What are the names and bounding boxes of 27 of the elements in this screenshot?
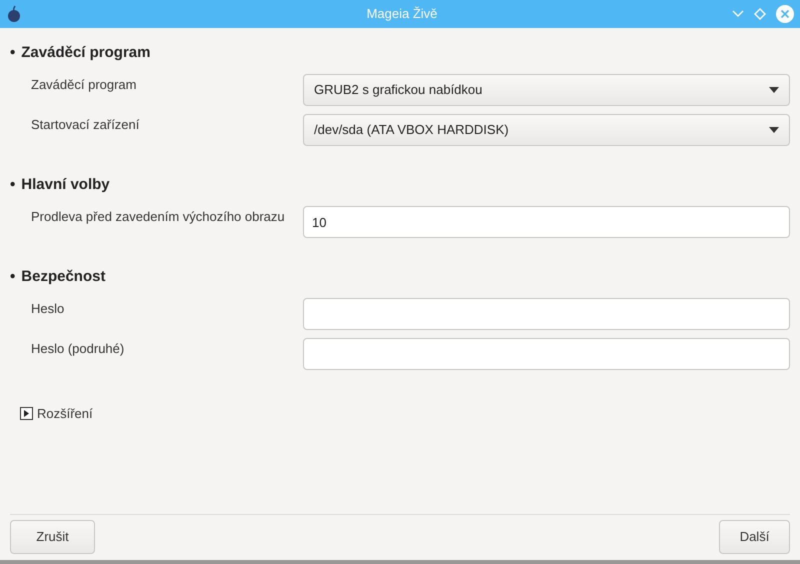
field-label: Zaváděcí program bbox=[31, 76, 138, 94]
cancel-button[interactable]: Zrušit bbox=[10, 520, 95, 554]
next-button[interactable]: Další bbox=[719, 520, 790, 554]
field-label: Heslo bbox=[31, 300, 66, 318]
dropdown-arrow-icon bbox=[769, 87, 779, 93]
field-label: Prodleva před zavedením výchozího obrazu bbox=[31, 208, 286, 226]
field-label: Heslo (podruhé) bbox=[31, 340, 126, 358]
section-heading: Hlavní volby bbox=[21, 174, 110, 195]
dropdown[interactable]: GRUB2 s grafickou nabídkou bbox=[303, 74, 790, 106]
input-field[interactable] bbox=[303, 338, 790, 370]
dropdown-arrow-icon bbox=[769, 127, 779, 133]
minimize-icon[interactable] bbox=[732, 10, 744, 18]
dropdown[interactable]: /dev/sda (ATA VBOX HARDDISK) bbox=[303, 114, 790, 146]
close-icon[interactable] bbox=[776, 5, 794, 23]
field-label: Startovací zařízení bbox=[31, 116, 140, 134]
input-field[interactable] bbox=[303, 298, 790, 330]
bullet: • bbox=[10, 266, 16, 287]
expander[interactable]: Rozšíření bbox=[20, 404, 790, 424]
input-field[interactable]: 10 bbox=[303, 206, 790, 238]
caret-right-icon bbox=[20, 407, 33, 420]
app-logo-icon bbox=[6, 5, 22, 23]
bullet: • bbox=[10, 174, 16, 195]
section-heading: Bezpečnost bbox=[21, 266, 106, 287]
maximize-icon[interactable] bbox=[754, 8, 766, 20]
section-heading: Zaváděcí program bbox=[21, 42, 150, 63]
bullet: • bbox=[10, 42, 16, 63]
window-title: Mageia Živě bbox=[366, 5, 438, 24]
